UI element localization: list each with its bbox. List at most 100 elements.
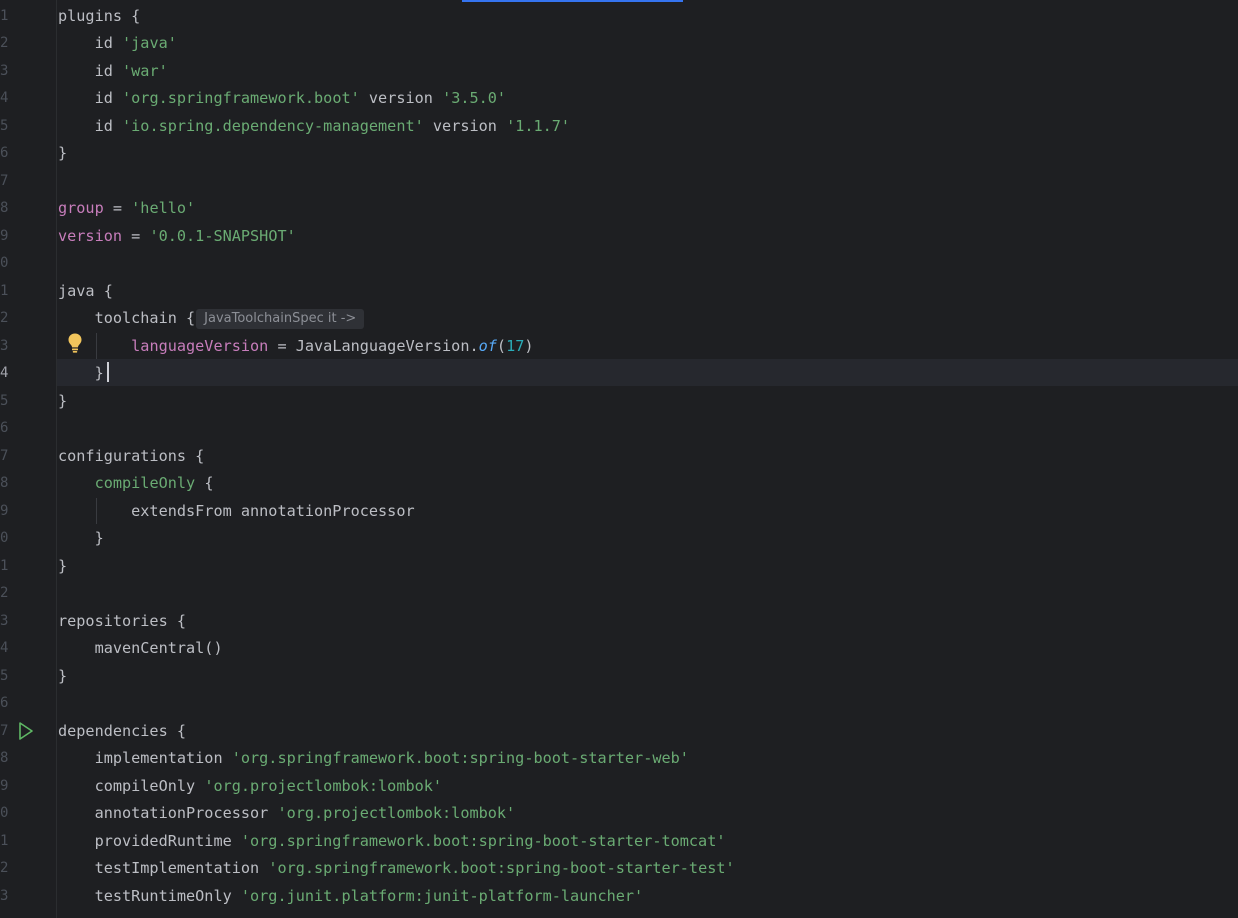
line-number: 4 <box>0 640 9 656</box>
line-number: 1 <box>0 557 9 574</box>
code-token: java { <box>58 281 113 300</box>
line-number: 6 <box>0 695 9 711</box>
property-name: version <box>58 226 123 245</box>
code-line-5[interactable]: id 'io.spring.dependency-management' ver… <box>58 113 571 141</box>
line-number: 7 <box>0 722 9 739</box>
code-line-29[interactable]: compileOnly 'org.projectlombok:lombok' <box>58 773 443 801</box>
code-line-21[interactable]: } <box>58 553 67 581</box>
text-caret <box>107 362 109 382</box>
code-line-15[interactable]: } <box>58 388 67 416</box>
code-line-13[interactable]: languageVersion = JavaLanguageVersion.of… <box>58 333 533 361</box>
code-line-31[interactable]: providedRuntime 'org.springframework.boo… <box>58 828 726 856</box>
run-gutter-icon[interactable] <box>17 721 35 741</box>
code-token: extendsFrom annotationProcessor <box>58 501 415 520</box>
string-literal: 'org.springframework.boot:spring-boot-st… <box>240 831 726 850</box>
code-line-17[interactable]: configurations { <box>58 443 204 471</box>
code-token: version <box>359 89 443 107</box>
code-token: dependencies { <box>58 721 187 740</box>
code-token: testRuntimeOnly <box>58 886 241 905</box>
code-token: mavenCentral() <box>58 639 223 657</box>
line-number: 5 <box>0 392 9 409</box>
code-token: toolchain { <box>58 309 196 327</box>
property-name: languageVersion <box>131 336 269 355</box>
line-number: 0 <box>0 805 9 821</box>
code-token: ( <box>496 336 507 355</box>
string-literal: 'org.projectlombok:lombok' <box>204 776 443 795</box>
code-token: implementation <box>58 749 232 767</box>
string-literal: 'war' <box>122 61 168 80</box>
string-literal: 'org.springframework.boot:spring-boot-st… <box>231 749 689 767</box>
code-line-4[interactable]: id 'org.springframework.boot' version '3… <box>58 85 507 113</box>
code-token: = JavaLanguageVersion. <box>268 336 479 355</box>
code-line-27[interactable]: dependencies { <box>58 718 186 746</box>
code-token: id <box>58 34 123 52</box>
code-token: testImplementation <box>58 859 269 877</box>
line-number: 4 <box>0 90 9 106</box>
code-token: plugins { <box>58 6 141 25</box>
line-number: 2 <box>0 310 9 326</box>
code-line-19[interactable]: extendsFrom annotationProcessor <box>58 498 415 526</box>
code-line-6[interactable]: } <box>58 140 67 168</box>
line-number-gutter[interactable]: 1 2 3 4 5 6 7 8 9 0 1 2 3 4 5 6 7 8 9 0 … <box>0 0 57 918</box>
code-token: = <box>103 199 132 217</box>
code-token: = <box>122 226 150 245</box>
code-line-33[interactable]: testRuntimeOnly 'org.junit.platform:juni… <box>58 883 644 911</box>
code-line-9[interactable]: version = '0.0.1-SNAPSHOT' <box>58 223 296 251</box>
code-line-23[interactable]: repositories { <box>58 608 186 636</box>
string-literal: 'java' <box>122 34 177 52</box>
code-line-25[interactable]: } <box>58 663 67 691</box>
code-line-24[interactable]: mavenCentral() <box>58 635 223 663</box>
code-token: version <box>423 116 507 135</box>
property-name: group <box>58 199 104 217</box>
code-line-1[interactable]: plugins { <box>58 3 140 31</box>
string-literal: 'io.spring.dependency-management' <box>122 116 424 135</box>
configuration-name: compileOnly <box>94 474 196 492</box>
line-number: 6 <box>0 145 9 161</box>
line-number: 0 <box>0 530 9 546</box>
line-number: 6 <box>0 420 9 436</box>
line-number: 2 <box>0 35 9 51</box>
code-line-20[interactable]: } <box>58 525 104 553</box>
code-line-8[interactable]: group = 'hello' <box>58 195 195 223</box>
active-tab-indicator <box>462 0 683 2</box>
line-number: 3 <box>0 887 9 904</box>
line-number: 7 <box>0 447 9 464</box>
string-literal: '1.1.7' <box>506 116 571 135</box>
line-number-current: 4 <box>0 365 9 381</box>
code-line-18[interactable]: compileOnly { <box>58 470 214 498</box>
code-token: id <box>58 116 123 135</box>
string-literal: 'org.springframework.boot:spring-boot-st… <box>268 859 735 877</box>
line-number: 3 <box>0 337 9 354</box>
line-number: 8 <box>0 750 9 766</box>
string-literal: 'org.springframework.boot' <box>122 89 360 107</box>
line-number: 5 <box>0 667 9 684</box>
code-line-32[interactable]: testImplementation 'org.springframework.… <box>58 855 735 883</box>
string-literal: '0.0.1-SNAPSHOT' <box>149 226 296 245</box>
code-line-11[interactable]: java { <box>58 278 113 306</box>
string-literal: 'org.projectlombok:lombok' <box>277 804 516 822</box>
code-token: annotationProcessor <box>58 804 278 822</box>
code-token: id <box>58 89 123 107</box>
inlay-hint[interactable]: JavaToolchainSpec it -> <box>196 309 365 329</box>
code-token: } <box>58 144 68 162</box>
code-token: } <box>58 666 68 685</box>
line-number: 8 <box>0 475 9 491</box>
code-editor[interactable]: 1 2 3 4 5 6 7 8 9 0 1 2 3 4 5 6 7 8 9 0 … <box>0 0 1238 918</box>
current-line-highlight <box>0 358 1238 386</box>
line-number: 1 <box>0 7 9 24</box>
code-token: id <box>58 61 123 80</box>
code-line-2[interactable]: id 'java' <box>58 30 177 58</box>
code-line-14[interactable]: } <box>58 360 104 388</box>
line-number: 7 <box>0 172 9 189</box>
line-number: 9 <box>0 227 9 244</box>
code-line-28[interactable]: implementation 'org.springframework.boot… <box>58 745 689 773</box>
code-token: } <box>58 529 104 547</box>
code-line-30[interactable]: annotationProcessor 'org.projectlombok:l… <box>58 800 516 828</box>
code-token: repositories { <box>58 611 187 630</box>
code-line-3[interactable]: id 'war' <box>58 58 168 86</box>
code-token: compileOnly <box>58 776 205 795</box>
number-literal: 17 <box>506 336 525 355</box>
line-number: 2 <box>0 585 9 601</box>
code-line-12[interactable]: toolchain {JavaToolchainSpec it -> <box>58 305 365 333</box>
